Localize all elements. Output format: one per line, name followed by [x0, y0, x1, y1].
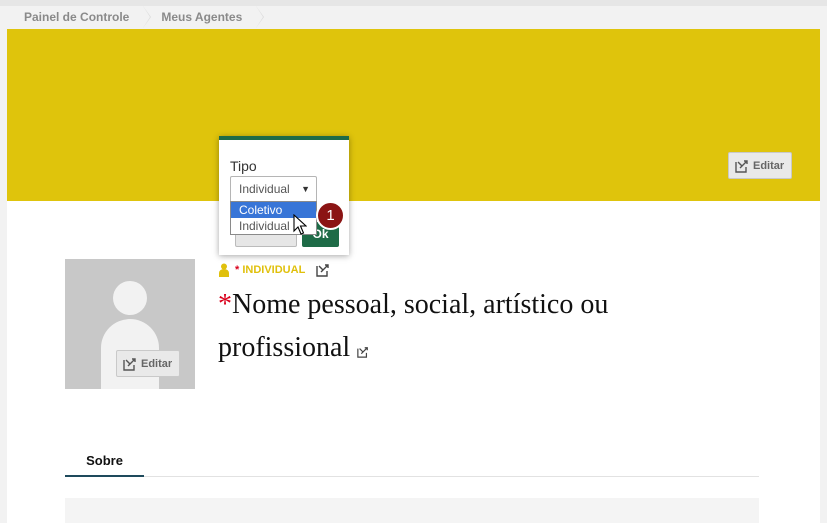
required-mark: * [218, 289, 232, 320]
required-mark: * [235, 264, 240, 276]
chevron-down-icon: ▼ [301, 184, 310, 194]
pencil-square-icon [123, 357, 137, 371]
type-field-label: Tipo [230, 158, 257, 174]
step-marker: 1 [316, 201, 345, 230]
right-gutter [820, 6, 827, 523]
tab-sobre[interactable]: Sobre [65, 444, 144, 477]
agent-name-title[interactable]: *Nome pessoal, social, artístico ou prof… [218, 283, 688, 369]
agent-name-placeholder: Nome pessoal, social, artístico ou profi… [218, 289, 609, 363]
content-panel [65, 498, 759, 523]
avatar-edit-label: Editar [141, 357, 173, 370]
agent-type-row: * INDIVIDUAL [218, 262, 330, 278]
breadcrumb-item-painel[interactable]: Painel de Controle [7, 6, 152, 29]
cover-edit-button[interactable]: Editar [728, 152, 793, 179]
pencil-square-icon[interactable] [316, 263, 330, 277]
type-select[interactable]: Individual ▼ [230, 176, 317, 203]
cover-image [7, 29, 820, 201]
avatar-head [113, 281, 147, 315]
tab-bar: Sobre [65, 444, 759, 477]
left-gutter [0, 6, 7, 523]
avatar-edit-button[interactable]: Editar [116, 350, 181, 377]
breadcrumb-item-meus-agentes[interactable]: Meus Agentes [143, 6, 265, 29]
cover-edit-label: Editar [753, 159, 785, 172]
mouse-pointer-icon [293, 213, 308, 236]
type-select-value: Individual [239, 182, 290, 196]
person-icon [218, 263, 230, 277]
agent-type-value: INDIVIDUAL [242, 264, 306, 276]
type-popover: Tipo Individual ▼ Ok [219, 136, 349, 255]
pencil-square-icon[interactable] [357, 346, 369, 358]
agent-type-label[interactable]: * INDIVIDUAL [235, 264, 305, 276]
pencil-square-icon [735, 159, 749, 173]
breadcrumb: Painel de Controle Meus Agentes [7, 6, 820, 29]
